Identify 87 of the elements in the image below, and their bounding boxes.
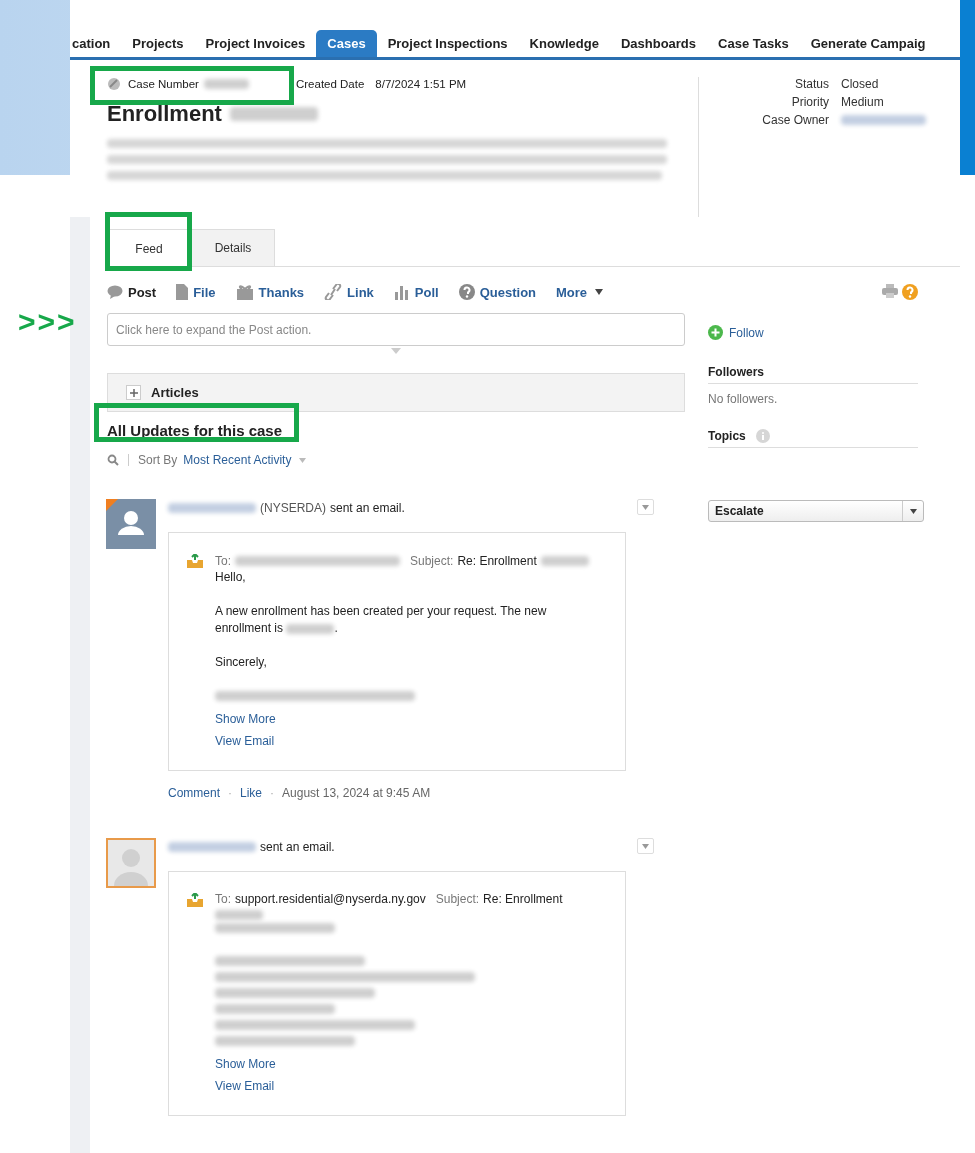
item-menu-button[interactable]	[637, 499, 654, 515]
caret-icon	[642, 504, 649, 510]
case-icon	[107, 77, 121, 91]
email-body-text: A new enrollment has been created per your request. The new enrollment is .	[215, 603, 548, 637]
field-label: Case Number	[128, 78, 199, 90]
nav-tab[interactable]: Cases	[316, 30, 377, 57]
articles-bar[interactable]: Articles	[107, 373, 685, 412]
caret-icon	[595, 289, 604, 295]
sort-label: Sort By	[138, 453, 178, 467]
feed-action-text: sent an email.	[330, 501, 405, 515]
caret-icon	[642, 843, 649, 849]
case-title: Enrollment	[107, 101, 222, 127]
follow-link[interactable]: Follow	[708, 325, 918, 340]
field-label: Created Date	[295, 78, 365, 90]
email-subject: Re: Enrollment	[457, 554, 537, 568]
feed-action-text: sent an email.	[260, 840, 335, 854]
field-label: Subject:	[410, 554, 454, 568]
publisher-action[interactable]: Question	[458, 284, 536, 300]
annotation-arrows: >>>	[18, 305, 77, 339]
nav-tab[interactable]: Project Invoices	[194, 30, 317, 57]
plus-icon[interactable]	[126, 385, 141, 400]
actor-organization: (NYSERDA)	[260, 501, 326, 515]
redacted-text	[203, 79, 249, 89]
nav-tab[interactable]: cation	[70, 30, 122, 57]
email-address: support.residential@nyserda.ny.gov	[235, 892, 426, 906]
field-value: Closed	[841, 77, 879, 91]
gift-icon	[235, 284, 254, 300]
comment-link[interactable]: Comment	[168, 786, 220, 800]
field-label: To:	[215, 892, 231, 906]
email-subject: Re: Enrollment	[483, 892, 563, 906]
publisher-action[interactable]: Thanks	[235, 284, 305, 300]
item-menu-button[interactable]	[637, 838, 654, 854]
section-heading: Followers	[708, 365, 918, 384]
email-link[interactable]: View Email	[215, 734, 603, 748]
caret-icon	[299, 457, 307, 463]
search-icon[interactable]	[107, 454, 119, 466]
like-link[interactable]: Like	[240, 786, 263, 800]
section-heading: Topics	[708, 429, 746, 443]
speech-bubble-icon	[107, 285, 123, 299]
info-icon[interactable]	[755, 429, 770, 443]
link-icon	[324, 284, 343, 300]
section-label: Articles	[151, 385, 199, 400]
email-icon	[187, 893, 203, 907]
nav-tab[interactable]: Generate Campaig	[799, 30, 937, 57]
email-body-text: Hello,	[215, 569, 246, 586]
field-label: Case Owner	[761, 113, 829, 127]
more-menu[interactable]: More	[556, 284, 604, 300]
field-label: Priority	[790, 95, 829, 109]
separator-dot: ·	[228, 786, 232, 800]
redacted-text	[215, 910, 263, 920]
field-value: 8/7/2024 1:51 PM	[375, 78, 467, 90]
field-label: Status	[793, 77, 829, 91]
email-link[interactable]: Show More	[215, 712, 603, 726]
email-body-text: Sincerely,	[215, 654, 267, 671]
separator-dot: ·	[270, 786, 275, 800]
publisher-action[interactable]: Post	[107, 284, 157, 300]
publisher-action[interactable]: File	[176, 284, 216, 300]
field-label: Subject:	[435, 892, 480, 906]
print-icon[interactable]	[882, 284, 898, 298]
publisher-action[interactable]: Poll	[393, 284, 439, 300]
tab[interactable]: Details	[191, 229, 275, 266]
timestamp: August 13, 2024 at 9:45 AM	[282, 786, 431, 800]
field-label: To:	[215, 554, 231, 568]
bar-chart-icon	[393, 284, 410, 300]
question-icon	[458, 284, 475, 300]
nav-tab[interactable]: Dashboards	[609, 30, 708, 57]
nav-tab[interactable]: Projects	[121, 30, 195, 57]
expand-caret-icon	[391, 348, 401, 354]
email-icon	[187, 554, 203, 568]
field-value: Medium	[841, 95, 884, 109]
feed-heading: All Updates for this case	[107, 422, 284, 439]
nav-tab[interactable]: Project Inspections	[376, 30, 519, 57]
publisher-action[interactable]: Link	[324, 284, 374, 300]
avatar[interactable]	[106, 499, 156, 549]
plus-icon	[708, 325, 723, 340]
empty-message: No followers.	[708, 392, 779, 406]
file-icon	[176, 284, 189, 300]
help-icon[interactable]	[902, 284, 918, 300]
avatar[interactable]	[106, 838, 156, 888]
email-link[interactable]: View Email	[215, 1079, 603, 1093]
post-input-field[interactable]: Click here to expand the Post action.	[107, 313, 685, 346]
sort-dropdown[interactable]: Most Recent Activity	[183, 453, 307, 467]
nav-tab[interactable]: Case Tasks	[707, 30, 800, 57]
action-dropdown[interactable]: Escalate	[708, 500, 924, 522]
redacted-text	[540, 556, 589, 566]
nav-tab[interactable]: Knowledge	[518, 30, 610, 57]
email-link[interactable]: Show More	[215, 1057, 603, 1071]
